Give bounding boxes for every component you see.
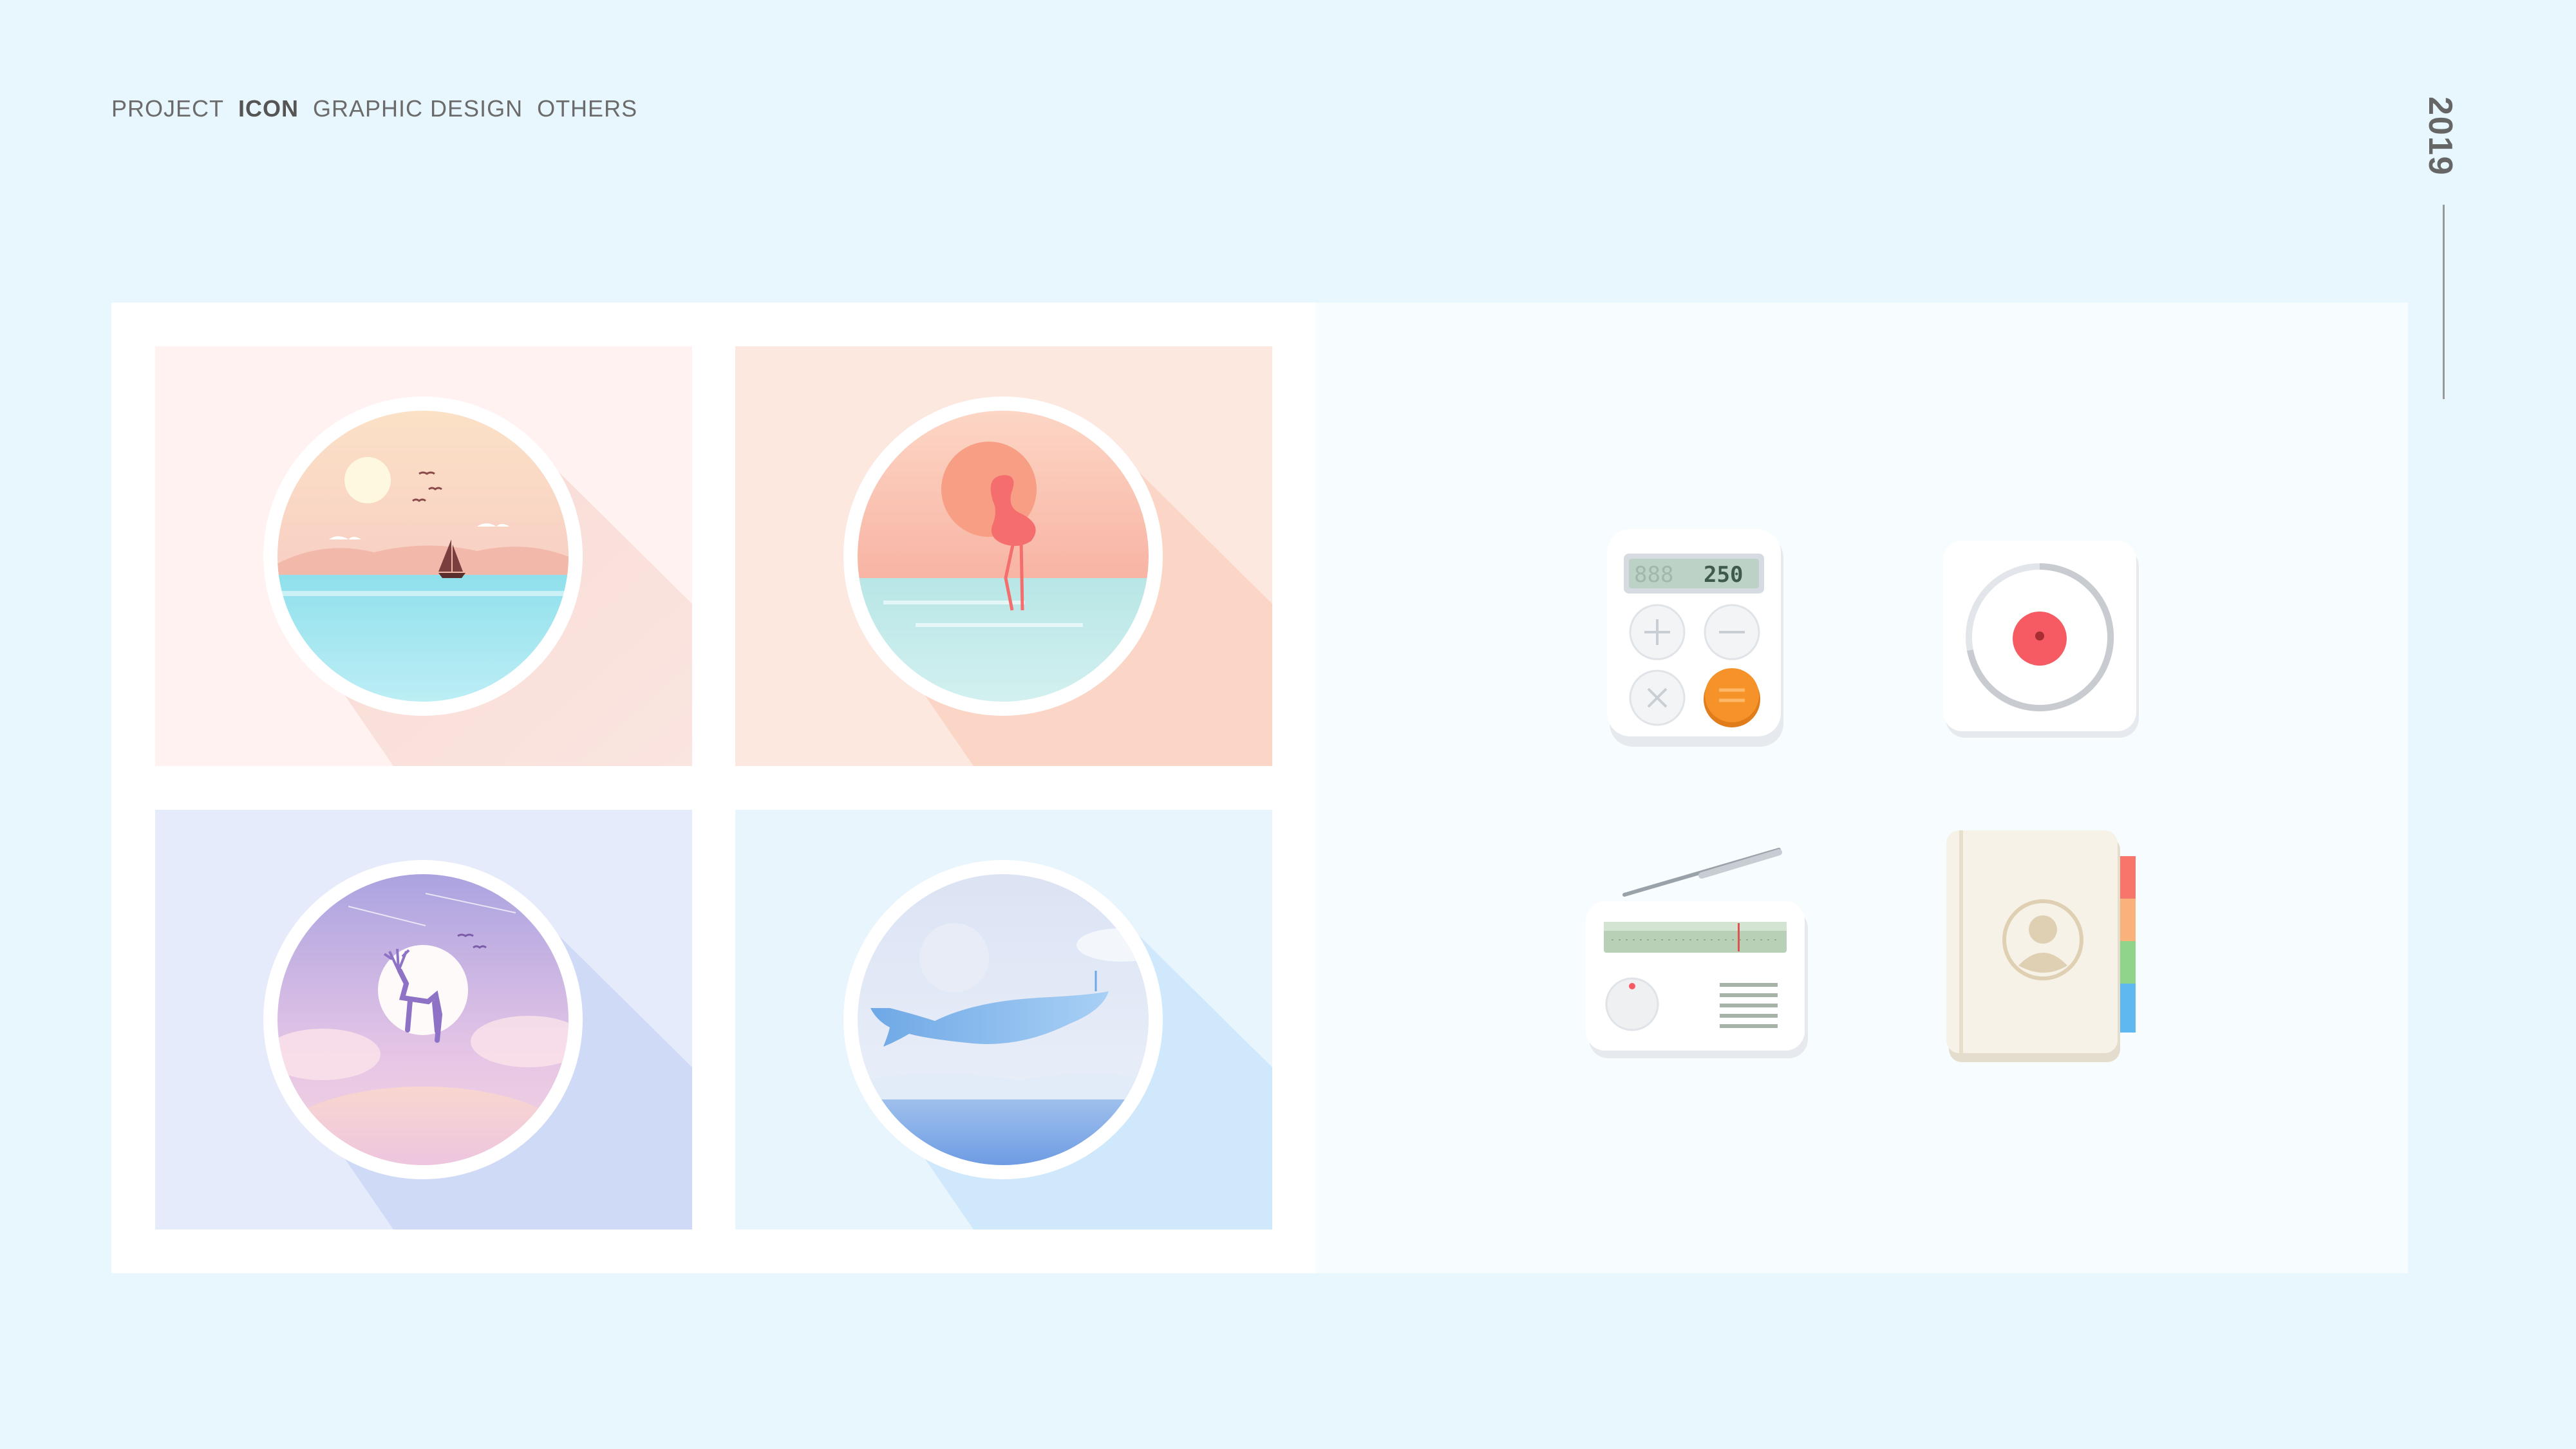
sunset-sailboat-illustration [155, 346, 692, 766]
radio-icon[interactable] [1586, 848, 1810, 1069]
year-divider [2443, 205, 2445, 399]
nav-item-graphic-design[interactable]: GRAPHIC DESIGN [313, 95, 523, 122]
calculator-icon[interactable]: 888 250 [1607, 529, 1785, 748]
tile-flamingo[interactable] [735, 346, 1272, 766]
tile-whale[interactable] [735, 810, 1272, 1229]
year-label-wrap: 2019 [2421, 97, 2461, 187]
illustration-panel [111, 303, 1315, 1273]
record-icon[interactable] [1943, 541, 2139, 739]
nav-item-icon[interactable]: ICON [238, 95, 299, 122]
tile-sunset-sailboat[interactable] [155, 346, 692, 766]
svg-text:888: 888 [1634, 562, 1673, 588]
top-nav: PROJECT ICON GRAPHIC DESIGN OTHERS [111, 95, 637, 122]
year-label: 2019 [2421, 97, 2459, 176]
nav-item-project[interactable]: PROJECT [111, 95, 224, 122]
ui-icon-panel: 888 250 [1315, 303, 2408, 1273]
calculator-display: 250 [1704, 562, 1743, 588]
nav-item-others[interactable]: OTHERS [537, 95, 637, 122]
contacts-book-icon[interactable] [1946, 830, 2159, 1063]
deer-moon-illustration [155, 810, 692, 1229]
tile-deer-moon[interactable] [155, 810, 692, 1229]
flamingo-illustration [735, 346, 1272, 766]
whale-illustration [735, 810, 1272, 1229]
